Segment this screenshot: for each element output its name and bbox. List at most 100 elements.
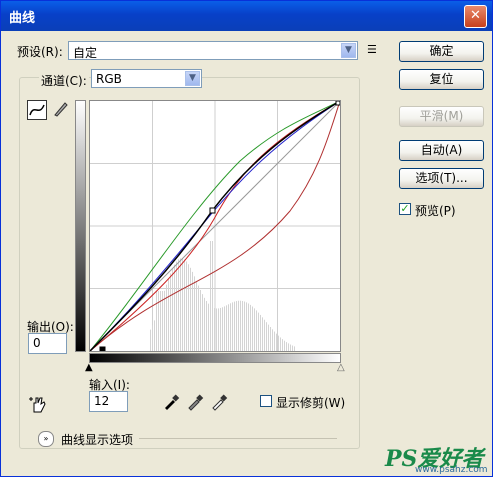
white-eyedropper-icon[interactable]: [209, 393, 229, 413]
histogram-bar: [232, 302, 233, 351]
white-point-slider[interactable]: △: [337, 362, 345, 373]
preview-label[interactable]: 预览(P): [415, 202, 456, 219]
histogram-bar: [262, 317, 263, 351]
show-clipping-label[interactable]: 显示修剪(W): [276, 394, 345, 411]
histogram-bar: [270, 327, 271, 351]
histogram-bar: [164, 290, 165, 351]
preset-value: 自定: [73, 46, 98, 60]
auto-button[interactable]: 自动(A): [399, 140, 484, 161]
histogram-bar: [168, 278, 169, 351]
histogram-bar: [264, 319, 265, 351]
histogram-bar: [174, 264, 175, 351]
curve-point-black[interactable]: [99, 346, 106, 353]
histogram-bar: [172, 268, 173, 351]
histogram-bar: [220, 307, 221, 351]
histogram-bar: [294, 346, 295, 351]
histogram-bar: [200, 290, 201, 351]
histogram-bar: [268, 324, 269, 351]
reset-button[interactable]: 复位: [399, 69, 484, 90]
histogram-bar: [160, 291, 161, 351]
gray-eyedropper-icon[interactable]: [185, 393, 205, 413]
histogram-bar: [258, 312, 259, 351]
histogram-bar: [282, 339, 283, 351]
chevron-down-icon: ▼: [185, 71, 200, 86]
input-field[interactable]: 12: [89, 391, 128, 412]
histogram-bar: [236, 301, 237, 351]
histogram-bar: [272, 329, 273, 351]
histogram-bar: [276, 333, 277, 351]
pencil-icon[interactable]: [51, 100, 71, 120]
histogram-bar: [274, 331, 275, 351]
histogram-bar: [194, 276, 195, 351]
histogram-bar: [188, 264, 189, 351]
chevron-down-icon: ▼: [341, 43, 356, 58]
black-point-slider[interactable]: ▲: [85, 362, 93, 373]
channel-select[interactable]: RGB ▼: [91, 69, 202, 88]
histogram-bar: [266, 322, 267, 351]
histogram-bar: [288, 343, 289, 351]
histogram-bar: [234, 301, 235, 351]
curve-point[interactable]: [209, 207, 216, 214]
histogram-bar: [246, 302, 247, 351]
black-eyedropper-icon[interactable]: [161, 393, 181, 413]
histogram-bar: [226, 305, 227, 351]
histogram-bar: [254, 308, 255, 351]
histogram-bar: [170, 273, 171, 351]
histogram-bar: [222, 307, 223, 351]
options-button[interactable]: 选项(T)...: [399, 168, 484, 189]
histogram-bar: [212, 241, 213, 351]
histogram-bar: [186, 261, 187, 351]
histogram-bar: [214, 308, 215, 351]
preview-checkbox[interactable]: ✓: [399, 203, 411, 215]
watermark-url: www.psahz.com: [415, 465, 488, 475]
histogram-bar: [202, 294, 203, 351]
histogram-bar: [180, 258, 181, 351]
preset-label: 预设(R):: [17, 45, 63, 59]
expand-options-icon[interactable]: »: [38, 431, 54, 447]
histogram-bar: [198, 285, 199, 351]
histogram-bar: [238, 300, 239, 351]
curves-svg: [89, 100, 341, 353]
histogram-bar: [230, 303, 231, 351]
output-field[interactable]: 0: [28, 333, 67, 354]
ok-button[interactable]: 确定: [399, 41, 484, 62]
histogram-bar: [216, 308, 217, 351]
histogram-bar: [242, 300, 243, 351]
histogram-bar: [154, 320, 155, 351]
histogram-bar: [244, 301, 245, 351]
preset-menu-icon[interactable]: ☰: [367, 43, 377, 56]
histogram-bar: [280, 337, 281, 351]
show-clipping-checkbox[interactable]: [260, 395, 272, 407]
histogram-bar: [252, 306, 253, 351]
smooth-button[interactable]: 平滑(M): [399, 106, 484, 127]
curves-graph[interactable]: [89, 100, 341, 353]
histogram-bar: [286, 342, 287, 351]
curve-display-options-label[interactable]: 曲线显示选项: [61, 431, 133, 448]
histogram-bar: [228, 304, 229, 351]
curve-point-white[interactable]: [335, 100, 341, 106]
histogram-bar: [250, 304, 251, 351]
histogram-bar: [210, 241, 211, 351]
histogram-bar: [204, 297, 205, 351]
histogram-bar: [152, 325, 153, 351]
hand-adjust-icon[interactable]: [29, 394, 49, 414]
histogram-bar: [182, 258, 183, 351]
title-bar[interactable]: 曲线 ✕: [1, 1, 492, 31]
histogram-bar: [158, 291, 159, 351]
divider: [139, 438, 337, 439]
curve-tool-icon[interactable]: [27, 100, 47, 120]
preset-select[interactable]: 自定 ▼: [68, 41, 358, 60]
channel-value: RGB: [96, 72, 122, 86]
output-gradient-bar: [75, 100, 86, 352]
histogram-bar: [176, 261, 177, 351]
curves-dialog: 曲线 ✕ 预设(R): 自定 ▼ ☰ 通道(C): RGB ▼ ▲ △ 输出(O…: [0, 0, 493, 477]
histogram-bar: [248, 303, 249, 351]
histogram-bar: [156, 291, 157, 351]
window-title: 曲线: [9, 11, 36, 26]
histogram-bar: [218, 308, 219, 351]
histogram-bar: [256, 310, 257, 351]
histogram-bar: [224, 306, 225, 351]
histogram-bar: [240, 300, 241, 351]
histogram-bar: [184, 259, 185, 351]
close-button[interactable]: ✕: [464, 5, 487, 28]
